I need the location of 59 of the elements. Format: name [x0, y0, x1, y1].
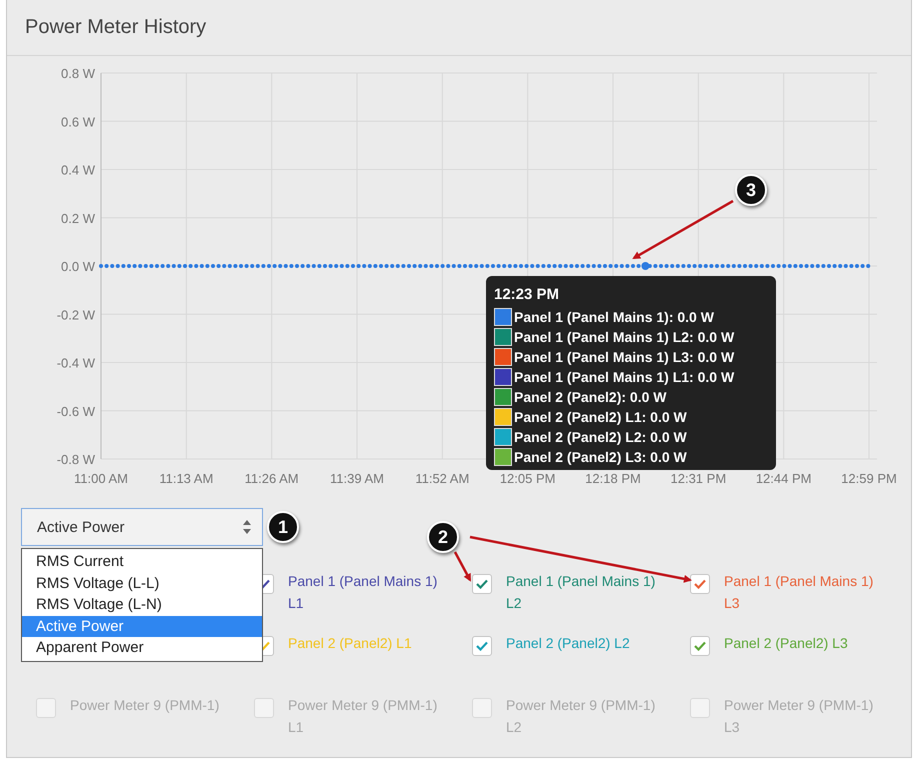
- y-axis-label: -0.2 W: [56, 307, 95, 322]
- x-axis-label: 12:18 PM: [585, 471, 641, 486]
- series-checkbox[interactable]: [472, 636, 492, 656]
- sort-arrows-icon: [242, 519, 252, 535]
- tooltip-entry: Panel 2 (Panel2): 0.0 W: [514, 389, 666, 405]
- series-label: Power Meter 9 (PMM-1): [70, 696, 220, 715]
- dropdown-option[interactable]: Apparent Power: [22, 637, 262, 658]
- series-label: Panel 1 (Panel Mains 1) L3: [724, 572, 874, 613]
- y-axis-label: 0.8 W: [61, 66, 95, 81]
- x-axis-label: 11:13 AM: [159, 471, 214, 486]
- y-axis-label: 0.2 W: [61, 210, 95, 226]
- series-checkbox[interactable]: [36, 698, 56, 718]
- x-axis-label: 11:00 AM: [74, 471, 128, 486]
- series-checkbox[interactable]: [254, 698, 274, 718]
- hover-point: [641, 262, 650, 270]
- y-axis-label: 0.0 W: [61, 259, 95, 274]
- series-label: Panel 2 (Panel2) L2: [506, 634, 631, 653]
- tooltip-entry: Panel 2 (Panel2) L1: 0.0 W: [514, 409, 687, 425]
- series-label: Panel 2 (Panel2) L3: [724, 634, 849, 653]
- x-axis-label: 11:52 AM: [415, 471, 470, 486]
- x-axis-label: 11:26 AM: [244, 471, 299, 486]
- tooltip-entry: Panel 2 (Panel2) L3: 0.0 W: [514, 449, 687, 465]
- dropdown-option[interactable]: RMS Current: [22, 551, 262, 572]
- series-checkbox[interactable]: [690, 636, 710, 656]
- panel-title: Power Meter History: [7, 0, 911, 56]
- measure-select[interactable]: Active Power: [21, 508, 263, 546]
- tooltip-entry: Panel 1 (Panel Mains 1) L1: 0.0 W: [514, 369, 734, 385]
- y-axis-label: -0.6 W: [56, 404, 95, 419]
- check-icon: [476, 641, 488, 651]
- tooltip-entry: Panel 1 (Panel Mains 1) L2: 0.0 W: [514, 329, 734, 345]
- tooltip-entry: Panel 2 (Panel2) L2: 0.0 W: [514, 429, 687, 445]
- y-axis-label: -0.4 W: [56, 356, 95, 370]
- dropdown-option[interactable]: Active Power: [22, 616, 262, 637]
- x-axis-label: 12:05 PM: [500, 471, 556, 486]
- x-axis-label: 12:44 PM: [756, 471, 812, 486]
- x-axis-label: 11:39 AM: [330, 471, 384, 486]
- y-axis-label: 0.4 W: [61, 162, 95, 178]
- tooltip-entry: Panel 1 (Panel Mains 1) L3: 0.0 W: [514, 349, 734, 365]
- series-label: Panel 1 (Panel Mains 1) L1: [288, 572, 438, 613]
- series-label: Power Meter 9 (PMM-1) L3: [724, 696, 874, 737]
- check-icon: [694, 579, 706, 589]
- y-axis-label: -0.8 W: [56, 452, 95, 467]
- series-checkbox[interactable]: [690, 574, 710, 594]
- series-checkbox[interactable]: [690, 698, 710, 718]
- series-label: Power Meter 9 (PMM-1) L2: [506, 696, 656, 737]
- series-label: Panel 1 (Panel Mains 1) L2: [506, 572, 656, 613]
- check-icon: [476, 579, 488, 589]
- series-checkbox[interactable]: [472, 574, 492, 594]
- y-axis-label: 0.6 W: [61, 114, 95, 130]
- series-label: Power Meter 9 (PMM-1) L1: [288, 696, 438, 737]
- dropdown-option[interactable]: RMS Voltage (L-N): [22, 594, 262, 616]
- x-axis-label: 12:31 PM: [670, 471, 726, 486]
- x-axis-label: 12:59 PM: [841, 471, 897, 486]
- tooltip-time: 12:23 PM: [494, 286, 560, 303]
- series-label: Panel 2 (Panel2) L1: [288, 634, 413, 653]
- check-icon: [694, 641, 706, 651]
- series-checkbox[interactable]: [472, 698, 492, 718]
- dropdown-option[interactable]: RMS Voltage (L-L): [22, 572, 262, 594]
- tooltip-entry: Panel 1 (Panel Mains 1): 0.0 W: [514, 309, 714, 325]
